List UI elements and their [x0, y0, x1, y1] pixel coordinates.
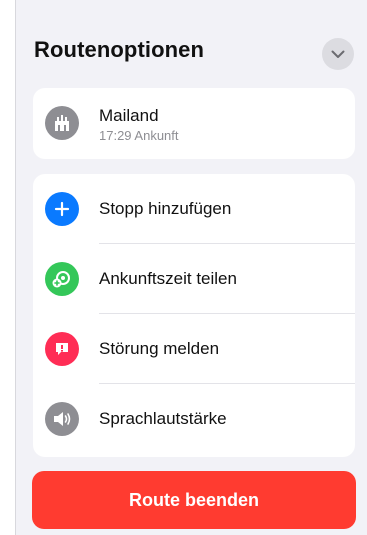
add-stop-row[interactable]: Stopp hinzufügen	[33, 174, 355, 244]
voice-volume-row[interactable]: Sprachlautstärke	[33, 384, 355, 454]
alert-icon	[45, 332, 79, 366]
report-incident-label: Störung melden	[99, 339, 220, 358]
arrival-time: 17:29 Ankunft	[99, 128, 179, 143]
page-title: Routenoptionen	[34, 37, 205, 62]
share-eta-icon	[45, 262, 79, 296]
speaker-icon	[45, 402, 79, 436]
collapse-button[interactable]	[322, 38, 354, 70]
share-eta-label: Ankunftszeit teilen	[99, 269, 237, 288]
destination-name: Mailand	[99, 106, 159, 125]
add-stop-label: Stopp hinzufügen	[99, 199, 232, 218]
options-list: Stopp hinzufügen Ankunftszeit teilen Stö…	[33, 174, 355, 457]
route-options-sheet: Routenoptionen Mailand 17:29 Ankunft Sto…	[15, 0, 367, 535]
share-eta-row[interactable]: Ankunftszeit teilen	[33, 244, 355, 314]
destination-card[interactable]: Mailand 17:29 Ankunft	[33, 88, 355, 159]
end-route-button[interactable]: Route beenden	[32, 471, 356, 529]
sheet-header: Routenoptionen	[16, 0, 367, 86]
landmark-icon	[45, 106, 79, 140]
voice-volume-label: Sprachlautstärke	[99, 409, 227, 428]
report-incident-row[interactable]: Störung melden	[33, 314, 355, 384]
chevron-down-icon	[331, 50, 345, 58]
plus-icon	[45, 192, 79, 226]
